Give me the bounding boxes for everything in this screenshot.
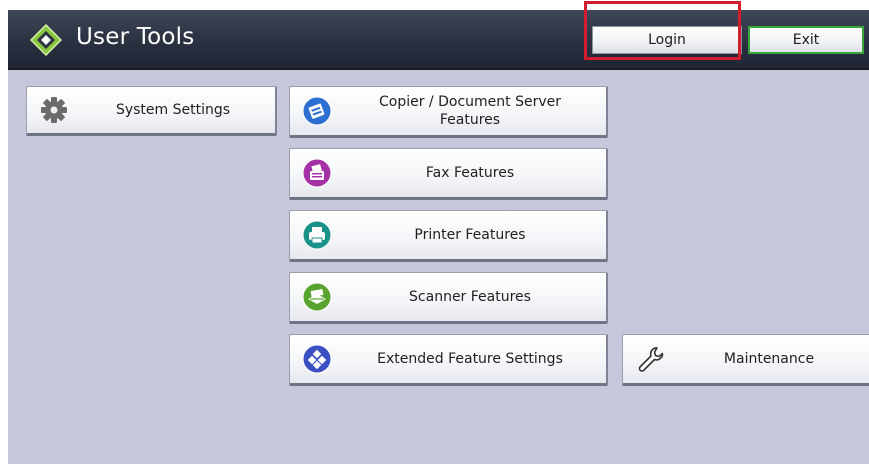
extended-feature-settings-label: Extended Feature Settings [377, 351, 563, 367]
copier-label-line2: Features [439, 112, 501, 128]
user-tools-screen: User Tools Login Exit System Settings Co… [8, 10, 869, 464]
printer-features-button[interactable]: Printer Features [289, 210, 608, 262]
printer-icon [302, 220, 332, 250]
scanner-icon [302, 282, 332, 312]
maintenance-label: Maintenance [723, 351, 815, 367]
copier-document-server-features-button[interactable]: Copier / Document Server Features [289, 86, 608, 138]
copier-label: Copier / Document Server Features [338, 87, 602, 135]
page-title: User Tools [76, 24, 195, 50]
printer-features-label: Printer Features [414, 227, 526, 243]
fax-icon [302, 158, 332, 188]
extended-feature-settings-button[interactable]: Extended Feature Settings [289, 334, 608, 386]
maintenance-button[interactable]: Maintenance [622, 334, 869, 386]
title-bar: User Tools Login Exit [8, 10, 869, 70]
gear-icon [41, 97, 67, 123]
system-settings-button[interactable]: System Settings [26, 86, 277, 136]
copier-icon [302, 96, 332, 126]
scanner-features-label: Scanner Features [409, 289, 531, 305]
copier-label-line1: Copier / Document Server [379, 94, 561, 110]
extended-feature-icon [302, 344, 332, 374]
fax-features-button[interactable]: Fax Features [289, 148, 608, 200]
login-button[interactable]: Login [592, 26, 742, 54]
system-settings-label: System Settings [115, 102, 231, 118]
user-tools-icon [30, 24, 62, 56]
exit-button[interactable]: Exit [748, 26, 864, 54]
scanner-features-button[interactable]: Scanner Features [289, 272, 608, 324]
fax-features-label: Fax Features [425, 165, 515, 181]
wrench-icon [638, 347, 664, 372]
